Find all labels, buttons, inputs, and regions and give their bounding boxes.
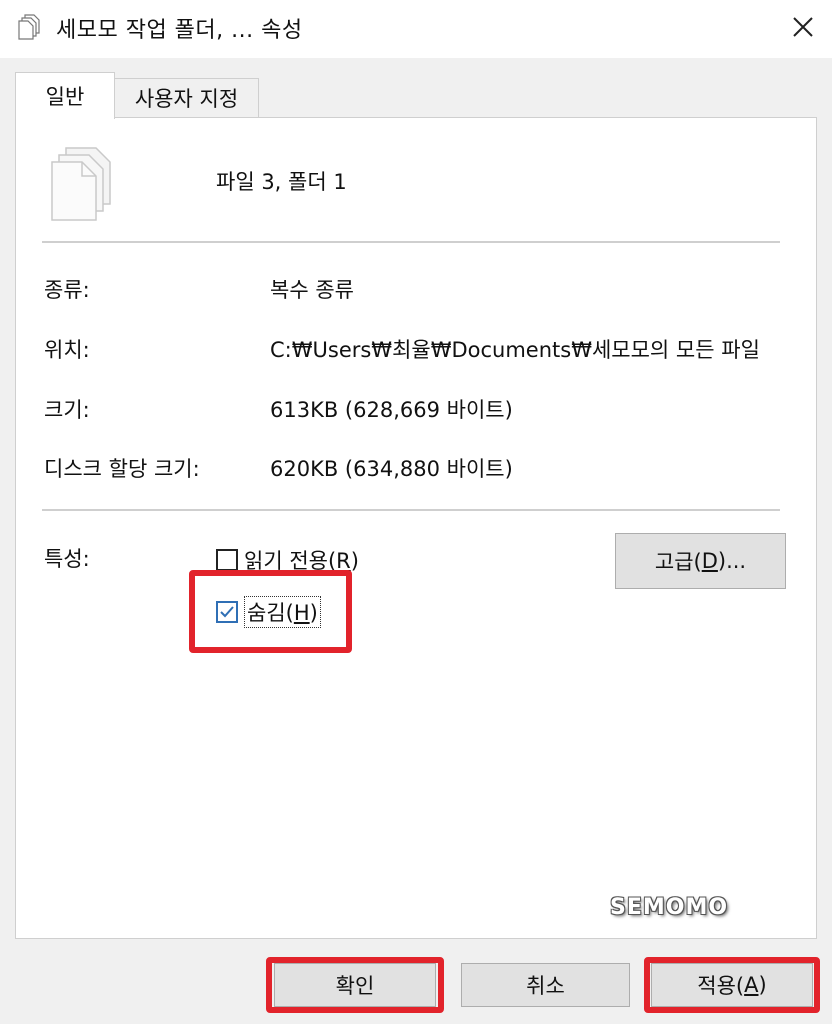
tab-general[interactable]: 일반 — [15, 72, 115, 119]
divider — [42, 509, 780, 511]
location-label: 위치: — [44, 338, 90, 362]
close-icon — [793, 17, 813, 37]
highlight-box — [266, 957, 444, 1013]
multiple-files-icon — [18, 14, 40, 40]
location-value: C:₩Users₩최율₩Documents₩세모모의 모든 파일 — [270, 338, 760, 362]
watermark: SEMOMO — [610, 895, 729, 920]
size-on-disk-value: 620KB (634,880 바이트) — [270, 457, 513, 481]
type-label: 종류: — [44, 278, 90, 302]
close-button[interactable] — [780, 4, 826, 50]
divider — [42, 241, 780, 243]
highlight-box — [644, 957, 820, 1013]
type-value: 복수 종류 — [270, 278, 354, 302]
window-title: 세모모 작업 폴더, ... 속성 — [56, 18, 303, 43]
advanced-button[interactable]: 고급(D)... — [615, 533, 786, 589]
size-label: 크기: — [44, 398, 90, 422]
selection-summary: 파일 3, 폴더 1 — [216, 170, 347, 194]
multiple-files-large-icon — [51, 147, 111, 221]
tab-customize[interactable]: 사용자 지정 — [115, 78, 259, 117]
attributes-label: 특성: — [44, 547, 90, 571]
size-value: 613KB (628,669 바이트) — [270, 398, 513, 422]
highlight-box — [189, 570, 352, 653]
size-on-disk-label: 디스크 할당 크기: — [44, 457, 200, 481]
title-bar: 세모모 작업 폴더, ... 속성 — [0, 0, 832, 58]
cancel-button[interactable]: 취소 — [461, 963, 630, 1007]
checkbox-box[interactable] — [216, 549, 238, 571]
